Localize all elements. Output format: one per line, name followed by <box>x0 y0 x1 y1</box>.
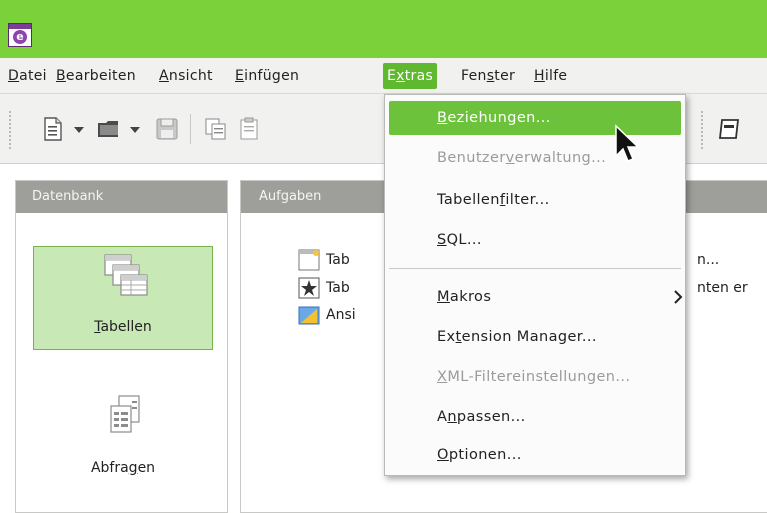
menu-item-tabellenfilter[interactable]: Tabellenfilter... <box>385 183 685 217</box>
db-item-tabellen[interactable]: Tabellen <box>33 246 213 350</box>
open-folder-icon[interactable] <box>96 116 122 142</box>
libreoffice-base-icon[interactable]: e <box>8 23 32 47</box>
menu-bar: Datei Bearbeiten Ansicht Einfügen Extras… <box>0 58 767 94</box>
menu-extras[interactable]: Extras <box>383 63 438 89</box>
open-dropdown-arrow[interactable] <box>130 127 140 133</box>
menu-item-xml-filtereinstellungen: XML-Filtereinstellungen... <box>437 369 631 385</box>
view-icon <box>298 306 320 325</box>
save-icon[interactable] <box>154 116 180 142</box>
task-table-wizard-suffix: nten er <box>697 280 748 296</box>
db-item-abfragen-label: Abfragen <box>90 460 156 476</box>
menu-hilfe[interactable]: Hilfe <box>530 63 571 89</box>
table-design-icon <box>298 249 320 271</box>
menu-separator <box>389 268 681 269</box>
menu-item-anpassen[interactable]: Anpassen... <box>385 400 685 434</box>
paste-icon[interactable] <box>236 116 262 142</box>
menu-item-sql[interactable]: SQL... <box>385 223 685 257</box>
toolbar-separator <box>190 114 191 144</box>
menu-item-extension-manager[interactable]: Extension Manager... <box>385 320 685 354</box>
submenu-arrow-icon <box>674 290 683 304</box>
toolbar-grip-2[interactable] <box>700 110 704 150</box>
toolbar-grip[interactable] <box>8 110 12 150</box>
database-panel-title: Datenbank <box>16 181 227 213</box>
new-document-icon[interactable] <box>40 116 66 142</box>
table-wizard-icon <box>298 277 320 299</box>
db-item-abfragen[interactable]: Abfragen <box>33 386 213 490</box>
menu-bearbeiten[interactable]: Bearbeiten <box>52 63 140 89</box>
mouse-pointer-icon <box>615 124 640 162</box>
queries-icon <box>110 395 140 433</box>
form-icon[interactable] <box>716 116 742 142</box>
database-panel: Datenbank Tabellen Abfragen <box>15 180 228 513</box>
task-create-table-design-suffix: n... <box>697 252 720 268</box>
menu-datei[interactable]: Datei <box>4 63 51 89</box>
menu-fenster[interactable]: Fenster <box>457 63 519 89</box>
copy-icon[interactable] <box>203 116 229 142</box>
title-bar: e <box>0 0 767 58</box>
db-item-tabellen-label: Tabellen <box>94 319 152 335</box>
menu-einfuegen[interactable]: Einfügen <box>231 63 303 89</box>
menu-item-makros[interactable]: Makros <box>385 280 685 314</box>
tables-icon <box>104 254 148 296</box>
new-dropdown-arrow[interactable] <box>74 127 84 133</box>
menu-ansicht[interactable]: Ansicht <box>155 63 217 89</box>
menu-item-optionen[interactable]: Optionen... <box>385 438 685 472</box>
